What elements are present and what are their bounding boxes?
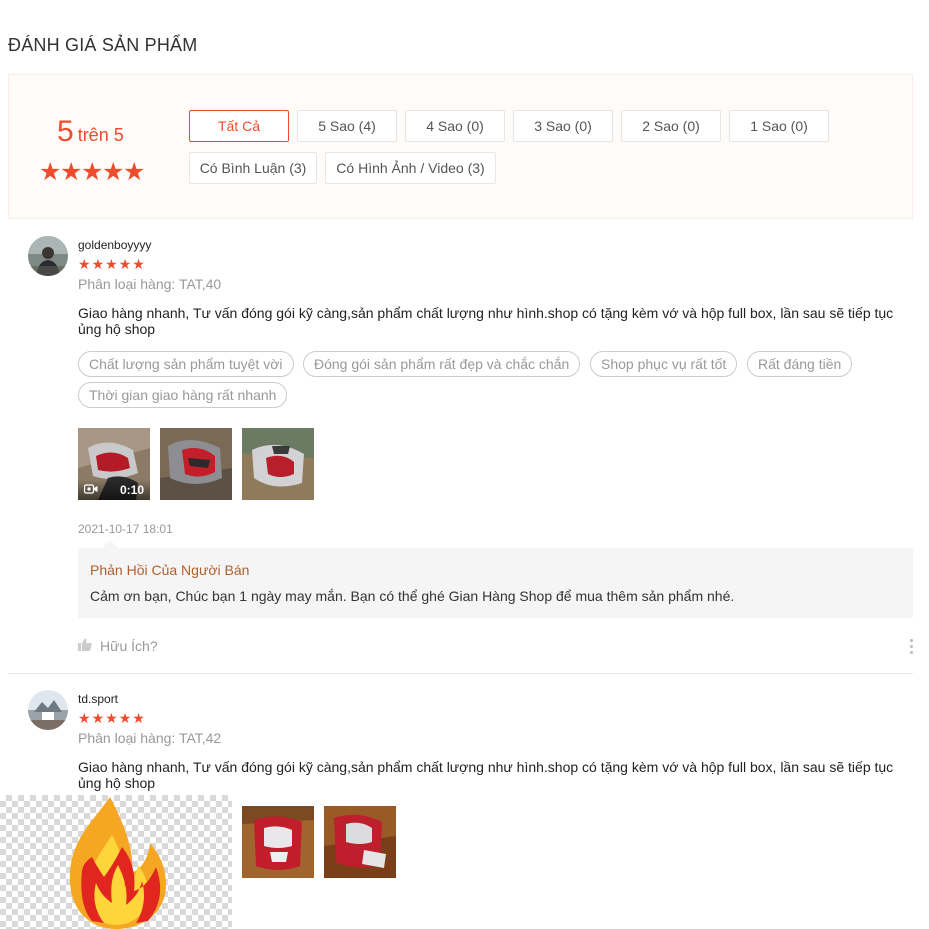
review-timestamp: 2021-10-17 18:01	[78, 522, 173, 536]
review-tag: Shop phục vụ rất tốt	[590, 351, 738, 377]
review-photo-thumbnail[interactable]	[324, 806, 396, 878]
review-tag: Rất đáng tiền	[747, 351, 853, 377]
flame-icon	[69, 797, 166, 929]
review-stars: ★★★★★	[78, 710, 146, 727]
video-camera-icon	[83, 483, 98, 497]
review-tag: Thời gian giao hàng rất nhanh	[78, 382, 288, 408]
page-title: ĐÁNH GIÁ SẢN PHẨM	[8, 35, 198, 55]
star-icon: ★	[118, 710, 133, 726]
star-icon: ★	[91, 710, 106, 726]
avatar[interactable]	[28, 236, 68, 276]
review-photo-thumbnail[interactable]	[242, 806, 314, 878]
star-icon: ★	[60, 158, 82, 186]
star-icon: ★	[105, 256, 119, 272]
star-icon: ★	[118, 256, 133, 272]
seller-reply: Phản Hồi Của Người Bán Cảm ơn bạn, Chúc …	[78, 540, 913, 618]
video-badge: 0:10	[78, 480, 150, 500]
score-suffix: trên 5	[77, 125, 124, 145]
filter-1-star[interactable]: 1 Sao (0)	[729, 110, 829, 142]
flame-sticker	[0, 795, 232, 929]
filter-5-star[interactable]: 5 Sao (4)	[297, 110, 397, 142]
review-tag: Đóng gói sản phẩm rất đẹp và chắc chắn	[303, 351, 581, 377]
avatar[interactable]	[28, 690, 68, 730]
overview-stars: ★★★★★	[39, 157, 145, 187]
review-username[interactable]: td.sport	[78, 692, 118, 706]
star-icon: ★	[78, 256, 92, 272]
star-icon: ★	[39, 158, 61, 186]
filter-all[interactable]: Tất Cả	[189, 110, 289, 142]
filter-4-star[interactable]: 4 Sao (0)	[405, 110, 505, 142]
star-icon: ★	[132, 256, 146, 272]
star-icon: ★	[132, 710, 146, 726]
review-video-thumbnail[interactable]: 0:10	[78, 428, 150, 500]
helpful-button[interactable]: Hữu Ích?	[78, 638, 158, 654]
filter-with-comment[interactable]: Có Bình Luận (3)	[189, 152, 317, 184]
filter-3-star[interactable]: 3 Sao (0)	[513, 110, 613, 142]
star-icon: ★	[81, 158, 103, 186]
review-photo-thumbnail[interactable]	[160, 428, 232, 500]
score-value: 5	[57, 115, 74, 148]
review-comment: Giao hàng nhanh, Tư vấn đóng gói kỹ càng…	[78, 759, 894, 791]
seller-reply-text: Cảm ơn bạn, Chúc bạn 1 ngày may mắn. Bạn…	[90, 588, 735, 604]
star-icon: ★	[91, 256, 106, 272]
review-tag: Chất lượng sản phẩm tuyệt vời	[78, 351, 294, 377]
review-variation: Phân loại hàng: TAT,40	[78, 276, 222, 292]
rating-overview: 5 trên 5 ★★★★★ Tất Cả 5 Sao (4) 4 Sao (0)…	[8, 74, 913, 219]
review-username[interactable]: goldenboyyyy	[78, 238, 151, 252]
review-comment: Giao hàng nhanh, Tư vấn đóng gói kỹ càng…	[78, 305, 894, 337]
thumbs-up-icon	[78, 638, 92, 654]
star-icon: ★	[123, 158, 145, 186]
average-score: 5 trên 5	[57, 115, 124, 149]
review-divider	[8, 673, 913, 674]
review-variation: Phân loại hàng: TAT,42	[78, 730, 222, 746]
star-icon: ★	[78, 710, 92, 726]
filter-2-star[interactable]: 2 Sao (0)	[621, 110, 721, 142]
more-options-icon[interactable]	[906, 639, 916, 654]
review-photo-thumbnail[interactable]	[242, 428, 314, 500]
seller-reply-title: Phản Hồi Của Người Bán	[90, 562, 250, 578]
star-icon: ★	[105, 710, 119, 726]
review-stars: ★★★★★	[78, 256, 146, 273]
helpful-label: Hữu Ích?	[100, 638, 158, 654]
video-duration: 0:10	[119, 483, 144, 497]
filter-with-media[interactable]: Có Hình Ảnh / Video (3)	[325, 152, 496, 184]
star-icon: ★	[102, 158, 124, 186]
